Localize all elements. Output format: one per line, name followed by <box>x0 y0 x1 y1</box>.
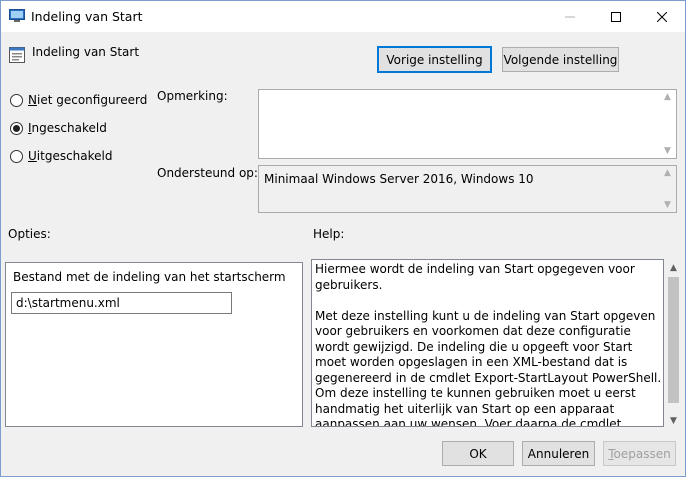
ok-label: OK <box>469 446 487 461</box>
close-icon <box>657 11 667 22</box>
radio-enabled-circle[interactable] <box>10 121 23 135</box>
title-bar: Indeling van Start <box>1 1 685 32</box>
cancel-button[interactable]: Annuleren <box>522 441 595 466</box>
help-text: Hiermee wordt de indeling van Start opge… <box>315 262 662 427</box>
ok-button[interactable]: OK <box>442 441 514 466</box>
options-panel: Bestand met de indeling van het startsch… <box>5 262 303 427</box>
radio-disabled-label: Uitgeschakeld <box>28 149 113 163</box>
scroll-up-icon: ▲ <box>664 92 671 102</box>
scroll-up-icon: ▲ <box>664 168 671 178</box>
cancel-label: Annuleren <box>527 446 590 461</box>
close-button[interactable] <box>639 1 685 32</box>
scroll-down-icon: ▼ <box>664 146 671 156</box>
startlayout-file-input[interactable]: d:\startmenu.xml <box>11 292 232 314</box>
policy-app-icon <box>9 9 25 22</box>
help-panel: Hiermee wordt de indeling van Start opge… <box>311 259 664 427</box>
radio-not-configured-circle[interactable] <box>10 93 23 107</box>
supported-on-label: Ondersteund op: <box>157 166 258 180</box>
maximize-icon <box>611 11 621 22</box>
supported-scrollbar[interactable]: ▲ ▼ <box>659 166 676 212</box>
help-label: Help: <box>313 227 345 241</box>
radio-disabled-circle[interactable] <box>10 149 23 163</box>
policy-dialog: Indeling van Start Indeling van Start Vo… <box>0 0 686 477</box>
radio-disabled[interactable]: Uitgeschakeld <box>10 149 113 163</box>
comment-label: Opmerking: <box>157 89 228 103</box>
next-setting-button[interactable]: Volgende instelling <box>502 47 619 72</box>
window-title: Indeling van Start <box>31 9 143 24</box>
maximize-button[interactable] <box>593 1 639 32</box>
scroll-down-icon[interactable]: ▼ <box>665 412 682 429</box>
previous-setting-button[interactable]: Vorige instelling <box>377 46 492 73</box>
setting-icon <box>9 47 25 63</box>
previous-setting-label: Vorige instelling <box>386 52 483 67</box>
apply-button[interactable]: Toepassen <box>603 441 676 466</box>
startlayout-file-label: Bestand met de indeling van het startsch… <box>13 270 286 284</box>
setting-title: Indeling van Start <box>32 45 140 59</box>
minimize-icon <box>565 16 575 17</box>
next-setting-label: Volgende instelling <box>503 52 618 67</box>
radio-not-configured[interactable]: Niet geconfigureerd <box>10 93 147 107</box>
options-label: Opties: <box>8 227 51 241</box>
minimize-button[interactable] <box>547 1 593 32</box>
radio-enabled[interactable]: Ingeschakeld <box>10 121 107 135</box>
help-scrollbar[interactable]: ▲ ▼ <box>665 259 682 429</box>
scroll-up-icon[interactable]: ▲ <box>665 259 682 276</box>
apply-label: Toepassen <box>608 446 671 461</box>
scroll-thumb[interactable] <box>668 277 679 403</box>
comment-textarea[interactable]: ▲ ▼ <box>258 89 677 159</box>
radio-enabled-label: Ingeschakeld <box>28 121 107 135</box>
radio-not-configured-label: Niet geconfigureerd <box>28 93 148 107</box>
comment-scrollbar[interactable]: ▲ ▼ <box>659 90 676 158</box>
supported-on-value: Minimaal Windows Server 2016, Windows 10 <box>264 172 534 186</box>
startlayout-file-value: d:\startmenu.xml <box>16 296 120 310</box>
scroll-down-icon: ▼ <box>664 200 671 210</box>
supported-on-box: Minimaal Windows Server 2016, Windows 10… <box>258 165 677 213</box>
